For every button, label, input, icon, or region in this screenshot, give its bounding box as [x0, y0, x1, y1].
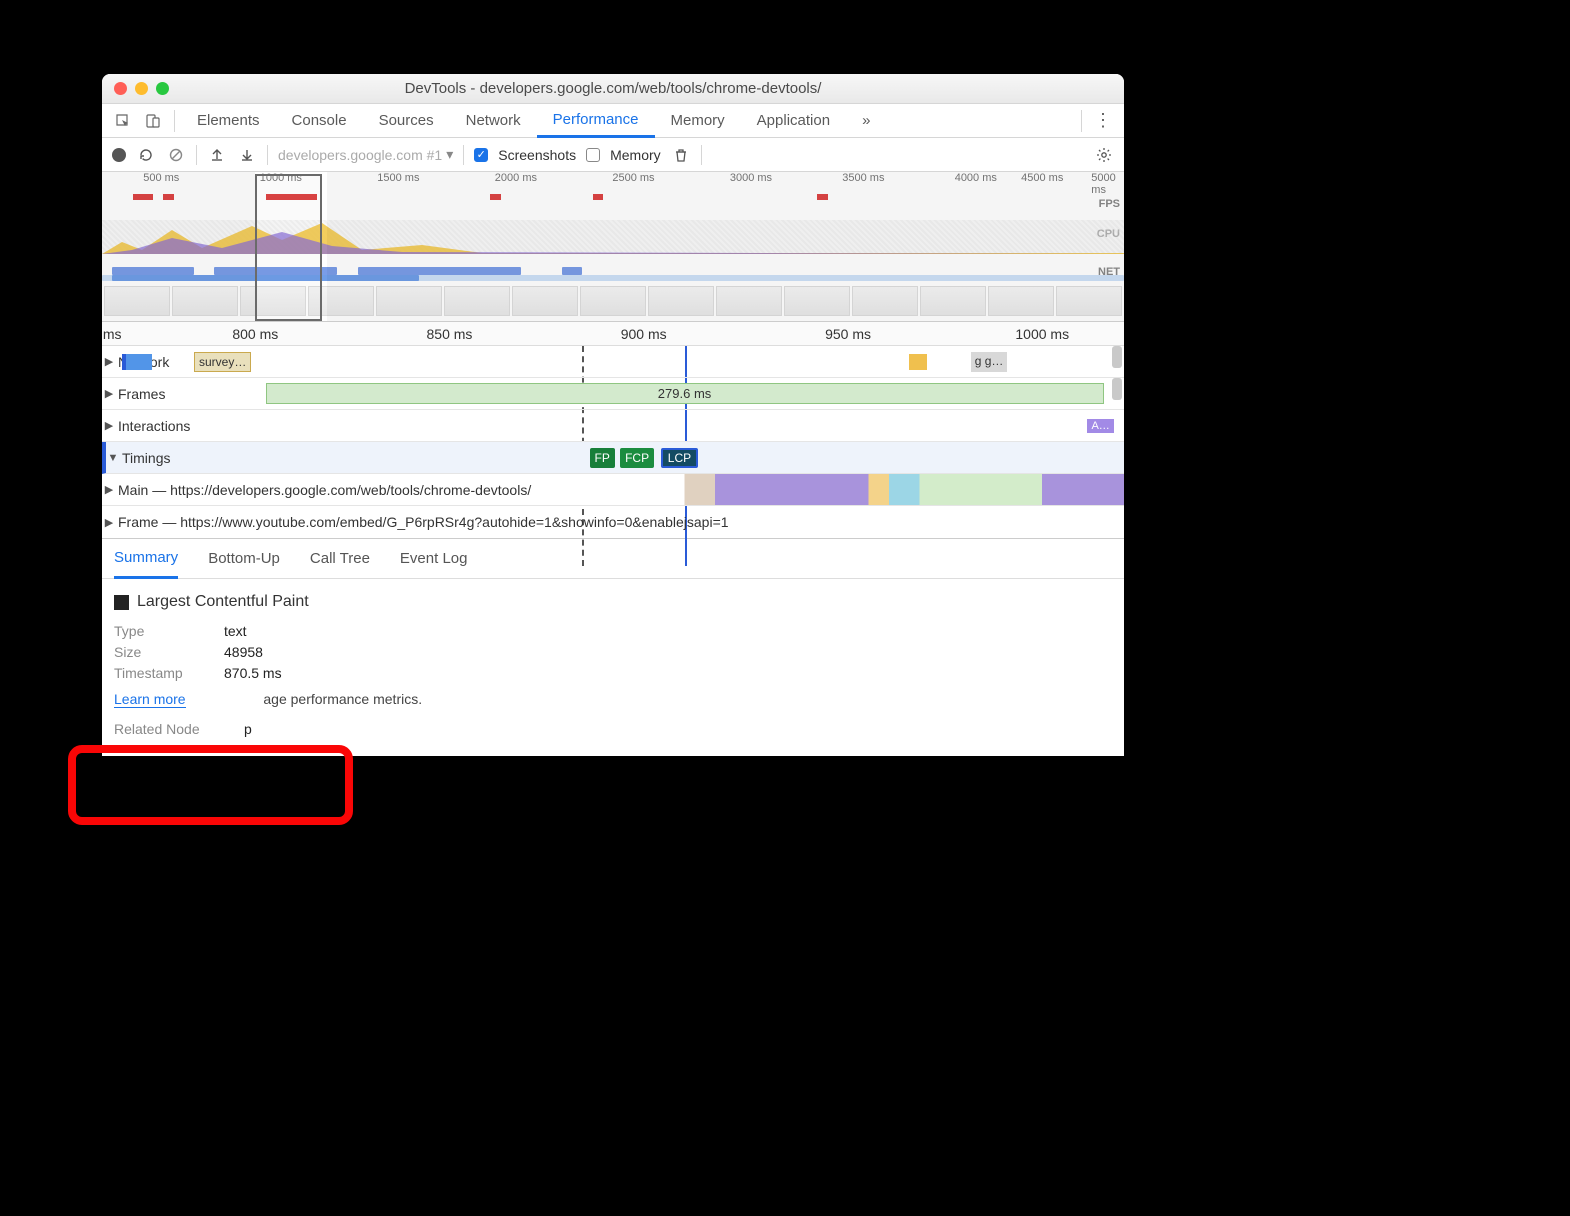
learn-more-link[interactable]: Learn more: [114, 691, 186, 708]
screenshots-label: Screenshots: [498, 147, 576, 163]
summary-size-value: 48958: [224, 644, 263, 660]
ruler-tick: 1000 ms: [1015, 326, 1069, 342]
expand-icon[interactable]: ▶: [102, 483, 116, 496]
ruler-tick: 900 ms: [621, 326, 667, 342]
devtools-window: DevTools - developers.google.com/web/too…: [102, 74, 1124, 756]
details-pane: Summary Bottom-Up Call Tree Event Log La…: [102, 538, 1124, 756]
capture-select[interactable]: developers.google.com #1 ▾: [278, 146, 453, 163]
capture-select-label: developers.google.com #1: [278, 147, 442, 163]
tab-bottom-up[interactable]: Bottom-Up: [208, 539, 280, 579]
flamechart-panel[interactable]: ms 800 ms 850 ms 900 ms 950 ms 1000 ms ▶…: [102, 322, 1124, 538]
screenshots-checkbox[interactable]: [474, 148, 488, 162]
tabs-overflow[interactable]: »: [846, 104, 886, 138]
track-label: Interactions: [116, 418, 190, 434]
details-tabs: Summary Bottom-Up Call Tree Event Log: [102, 539, 1124, 579]
tab-call-tree[interactable]: Call Tree: [310, 539, 370, 579]
main-tabs: Elements Console Sources Network Perform…: [102, 104, 1124, 138]
interaction-a[interactable]: A…: [1087, 419, 1113, 433]
survey-request[interactable]: survey…: [194, 352, 251, 372]
expand-icon[interactable]: ▶: [102, 516, 116, 529]
flamechart-ruler: ms 800 ms 850 ms 900 ms 950 ms 1000 ms: [102, 322, 1124, 346]
inspect-icon[interactable]: [108, 112, 138, 129]
ruler-tick: 800 ms: [232, 326, 278, 342]
track-timings[interactable]: ▼ Timings FP FCP LCP: [102, 442, 1124, 474]
track-network[interactable]: ▶ Network survey… g g…: [102, 346, 1124, 378]
track-label: Frame — https://www.youtube.com/embed/G_…: [116, 514, 729, 530]
tab-application[interactable]: Application: [741, 104, 846, 138]
tab-performance[interactable]: Performance: [537, 104, 655, 138]
separator: [174, 110, 175, 132]
tab-console[interactable]: Console: [276, 104, 363, 138]
collapse-icon[interactable]: ▼: [106, 452, 120, 464]
timing-lcp-badge[interactable]: LCP: [661, 448, 698, 468]
summary-timestamp-label: Timestamp: [114, 665, 214, 681]
record-button[interactable]: [112, 148, 126, 162]
frame-bar[interactable]: 279.6 ms: [266, 383, 1104, 404]
ruler-tick: 850 ms: [427, 326, 473, 342]
kebab-menu-icon[interactable]: ⋮: [1088, 110, 1118, 131]
track-frames[interactable]: ▶ Frames 279.6 ms: [102, 378, 1124, 410]
device-toggle-icon[interactable]: [138, 112, 168, 129]
separator: [267, 145, 268, 165]
summary-type-value: text: [224, 623, 247, 639]
summary-panel: Largest Contentful Paint Type text Size …: [102, 579, 1124, 756]
tab-sources[interactable]: Sources: [363, 104, 450, 138]
separator: [701, 145, 702, 165]
expand-icon[interactable]: ▶: [102, 387, 116, 400]
overview-panel[interactable]: 500 ms 1000 ms 1500 ms 2000 ms 2500 ms 3…: [102, 172, 1124, 322]
load-profile-button[interactable]: [207, 146, 227, 163]
capture-settings-button[interactable]: [1094, 146, 1114, 163]
summary-size-label: Size: [114, 644, 214, 660]
ruler-tick: 950 ms: [825, 326, 871, 342]
summary-timestamp-value: 870.5 ms: [224, 665, 282, 681]
track-frame[interactable]: ▶ Frame — https://www.youtube.com/embed/…: [102, 506, 1124, 538]
tab-memory[interactable]: Memory: [655, 104, 741, 138]
expand-icon[interactable]: ▶: [102, 355, 116, 368]
gg-request[interactable]: g g…: [971, 352, 1008, 372]
separator: [463, 145, 464, 165]
summary-related-node-label: Related Node: [114, 721, 234, 737]
track-label: Timings: [120, 450, 171, 466]
overview-selection[interactable]: [255, 174, 321, 321]
reload-button[interactable]: [136, 146, 156, 163]
frame-duration: 279.6 ms: [658, 386, 711, 401]
timing-fp-badge[interactable]: FP: [590, 448, 615, 468]
titlebar: DevTools - developers.google.com/web/too…: [102, 74, 1124, 104]
memory-label: Memory: [610, 147, 661, 163]
performance-toolbar: developers.google.com #1 ▾ Screenshots M…: [102, 138, 1124, 172]
track-main[interactable]: ▶ Main — https://developers.google.com/w…: [102, 474, 1124, 506]
ruler-tick: ms: [103, 326, 122, 342]
track-label: Main — https://developers.google.com/web…: [116, 482, 531, 498]
track-label: Frames: [116, 386, 165, 402]
color-swatch: [114, 595, 129, 610]
tab-event-log[interactable]: Event Log: [400, 539, 468, 579]
tab-network[interactable]: Network: [450, 104, 537, 138]
expand-icon[interactable]: ▶: [102, 419, 116, 432]
summary-description-tail: age performance metrics.: [263, 691, 422, 707]
collect-garbage-button[interactable]: [671, 146, 691, 163]
window-title: DevTools - developers.google.com/web/too…: [102, 80, 1124, 97]
annotation-highlight: [68, 745, 353, 825]
tab-elements[interactable]: Elements: [181, 104, 276, 138]
clear-button[interactable]: [166, 146, 186, 163]
tab-summary[interactable]: Summary: [114, 539, 178, 579]
separator: [1081, 110, 1082, 132]
summary-related-node-value[interactable]: p: [244, 721, 252, 737]
track-interactions[interactable]: ▶ Interactions A…: [102, 410, 1124, 442]
summary-title: Largest Contentful Paint: [137, 593, 309, 611]
timing-fcp-badge[interactable]: FCP: [620, 448, 654, 468]
save-profile-button[interactable]: [237, 146, 257, 163]
memory-checkbox[interactable]: [586, 148, 600, 162]
summary-type-label: Type: [114, 623, 214, 639]
separator: [196, 145, 197, 165]
dropdown-icon: ▾: [446, 146, 453, 163]
